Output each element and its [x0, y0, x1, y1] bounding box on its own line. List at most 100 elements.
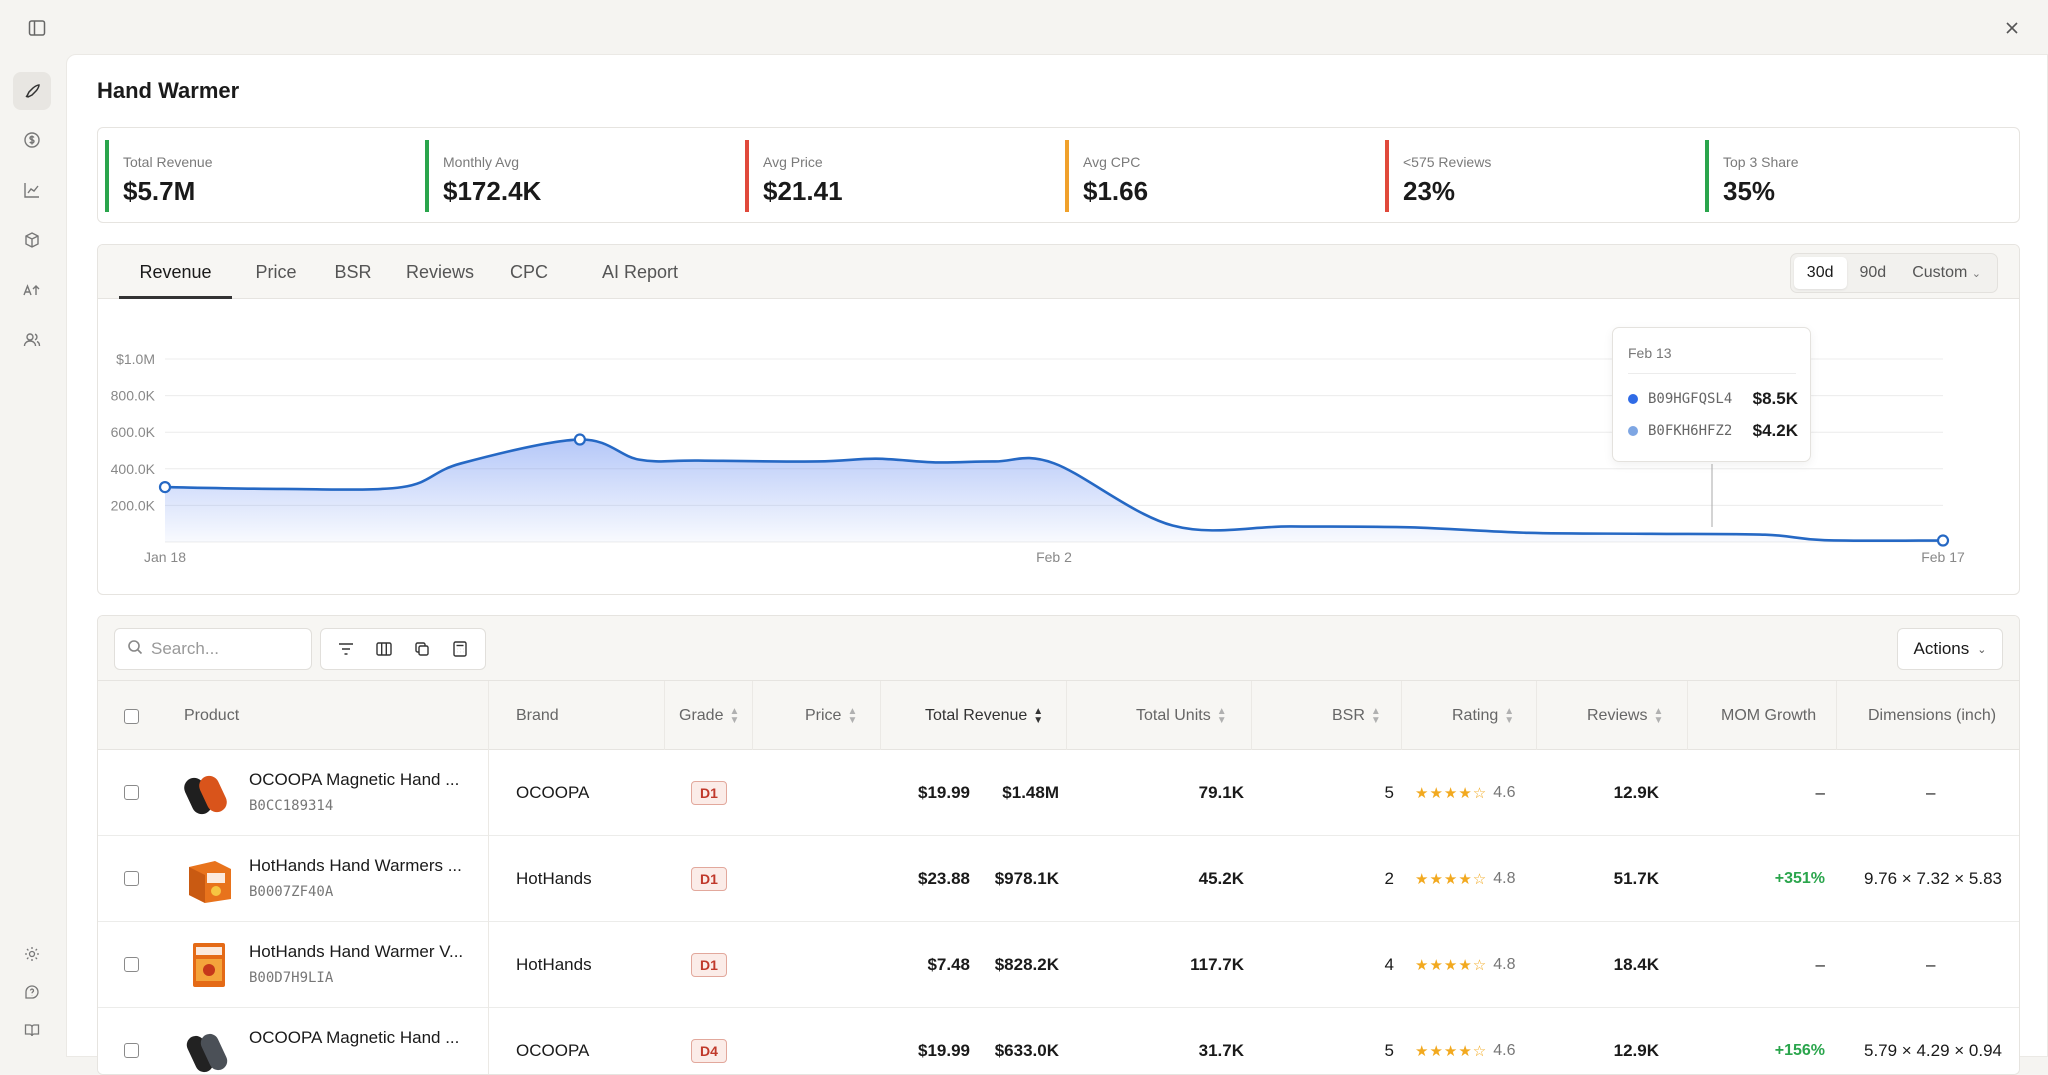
tab-reviews[interactable]: Reviews	[400, 245, 480, 299]
kpi-value: 35%	[1723, 176, 1776, 206]
sidebar-toggle-icon[interactable]	[23, 14, 51, 42]
row-checkbox[interactable]	[124, 785, 139, 800]
brand-cell: HotHands	[516, 955, 592, 974]
bsr-cell: 2	[1384, 869, 1394, 888]
calculator-icon[interactable]	[446, 635, 474, 663]
column-divider	[1401, 681, 1402, 751]
range-90d-button[interactable]: 90d	[1847, 257, 1900, 289]
product-name[interactable]: HotHands Hand Warmer V...	[249, 942, 463, 962]
tooltip-row: B0FKH6HFZ2 $4.2K	[1628, 419, 1798, 443]
units-cell: 79.1K	[1198, 783, 1244, 802]
copy-icon[interactable]	[408, 635, 436, 663]
tab-ai-report[interactable]: AI Report	[580, 245, 700, 299]
col-price-label: Price	[805, 707, 842, 724]
tab-revenue[interactable]: Revenue	[119, 245, 232, 299]
sort-icon: ▲ ▼	[1504, 705, 1515, 726]
settings-gear-icon[interactable]	[13, 935, 51, 973]
kpi-summary: Total Revenue $5.7M Monthly Avg $172.4K Av…	[97, 127, 2020, 223]
grade-badge: D1	[691, 781, 727, 805]
help-icon[interactable]	[13, 973, 51, 1011]
brand-cell: HotHands	[516, 869, 592, 888]
col-product[interactable]: Product	[184, 681, 239, 751]
product-thumbnail[interactable]	[183, 1025, 235, 1074]
kpi-value: $1.66	[1083, 176, 1149, 206]
product-name[interactable]: HotHands Hand Warmers ...	[249, 856, 462, 876]
chart-tabs: Revenue Price BSR Reviews CPC AI Report …	[98, 245, 2019, 299]
nav-launch-icon[interactable]	[13, 72, 51, 110]
nav-box-icon[interactable]	[13, 221, 51, 259]
col-reviews[interactable]: Reviews ▲ ▼	[1587, 681, 1663, 751]
nav-dollar-icon[interactable]	[13, 121, 51, 159]
filter-icon[interactable]	[332, 635, 360, 663]
tab-price[interactable]: Price	[246, 245, 306, 299]
reviews-cell: 12.9K	[1613, 1041, 1659, 1060]
nav-users-icon[interactable]	[13, 321, 51, 359]
col-total-revenue[interactable]: Total Revenue ▲ ▼	[925, 681, 1043, 751]
grade-cell: D1	[691, 836, 727, 922]
col-rating[interactable]: Rating ▲ ▼	[1452, 681, 1514, 751]
col-bsr[interactable]: BSR ▲ ▼	[1332, 681, 1381, 751]
rating-cell: ★★★★☆ 4.6	[1415, 1008, 1516, 1074]
table-row[interactable]: OCOOPA Magnetic Hand ... OCOOPA D4 $19.99 $6…	[98, 1008, 2019, 1074]
units-cell: 31.7K	[1198, 1041, 1244, 1060]
range-custom-dropdown[interactable]: Custom ⌄	[1899, 257, 1994, 289]
col-total-revenue-label: Total Revenue	[925, 707, 1028, 724]
tab-cpc[interactable]: CPC	[504, 245, 554, 299]
kpi-label: Top 3 Share	[1723, 154, 1799, 170]
col-price[interactable]: Price ▲ ▼	[805, 681, 857, 751]
col-grade[interactable]: Grade ▲ ▼	[679, 681, 739, 751]
column-divider	[488, 750, 489, 836]
col-brand[interactable]: Brand	[516, 681, 559, 751]
columns-icon[interactable]	[370, 635, 398, 663]
row-checkbox[interactable]	[124, 957, 139, 972]
kpi-label: Avg Price	[763, 154, 823, 170]
table-row[interactable]: OCOOPA Magnetic Hand ... B0CC189314 OCOOPA…	[98, 750, 2019, 836]
tab-bsr[interactable]: BSR	[328, 245, 378, 299]
table-row[interactable]: HotHands Hand Warmer V... B00D7H9LIA HotHa…	[98, 922, 2019, 1008]
table-row[interactable]: HotHands Hand Warmers ... B0007ZF40A HotHa…	[98, 836, 2019, 922]
kpi-top3-share: Top 3 Share 35%	[1705, 140, 2005, 212]
close-icon[interactable]	[1998, 14, 2026, 42]
nav-chart-icon[interactable]	[13, 171, 51, 209]
dimensions-cell: –	[1926, 783, 1936, 802]
col-mom-growth[interactable]: MOM Growth	[1721, 681, 1816, 751]
price-cell: $19.99	[918, 783, 970, 802]
search-icon	[127, 639, 143, 660]
y-tick-label: 400.0K	[111, 461, 156, 477]
product-thumbnail[interactable]	[183, 939, 235, 991]
top-bar	[0, 0, 2048, 54]
grade-cell: D1	[691, 922, 727, 1008]
page-title: Hand Warmer	[97, 78, 240, 103]
product-thumbnail[interactable]	[183, 767, 235, 819]
sort-icon: ▲ ▼	[847, 705, 858, 726]
actions-button[interactable]: Actions ⌄	[1897, 628, 2003, 670]
row-checkbox[interactable]	[124, 871, 139, 886]
kpi-label: <575 Reviews	[1403, 154, 1492, 170]
brand-cell: OCOOPA	[516, 783, 590, 802]
chevron-down-icon: ⌄	[1977, 643, 1987, 656]
grade-badge: D4	[691, 1039, 727, 1063]
kpi-value: $172.4K	[443, 176, 542, 206]
search-input[interactable]	[151, 639, 301, 659]
y-tick-label: 200.0K	[111, 497, 156, 513]
column-divider	[1066, 681, 1067, 751]
column-divider	[880, 681, 881, 751]
products-table-card: Actions ⌄ Product Brand Grade ▲▼ Price ▲▼ T…	[97, 615, 2020, 1075]
product-thumbnail[interactable]	[183, 853, 235, 905]
table-toolbar: Actions ⌄	[98, 616, 2019, 680]
nav-ranking-icon[interactable]	[13, 271, 51, 309]
product-name[interactable]: OCOOPA Magnetic Hand ...	[249, 1028, 459, 1048]
revenue-chart-card: Revenue Price BSR Reviews CPC AI Report …	[97, 244, 2020, 595]
rating-stars-icon: ★★★★☆	[1415, 1043, 1488, 1060]
dimensions-cell: –	[1926, 955, 1936, 974]
range-30d-button[interactable]: 30d	[1793, 257, 1847, 289]
product-name[interactable]: OCOOPA Magnetic Hand ...	[249, 770, 459, 790]
col-total-units[interactable]: Total Units ▲ ▼	[1136, 681, 1227, 751]
row-checkbox[interactable]	[124, 1043, 139, 1058]
left-nav-rail	[0, 54, 66, 1057]
docs-book-icon[interactable]	[13, 1011, 51, 1049]
tooltip-amount: $4.2K	[1752, 421, 1798, 440]
col-dimensions[interactable]: Dimensions (inch)	[1868, 681, 1996, 751]
select-all-checkbox[interactable]	[124, 709, 139, 724]
grade-cell: D4	[691, 1008, 727, 1074]
